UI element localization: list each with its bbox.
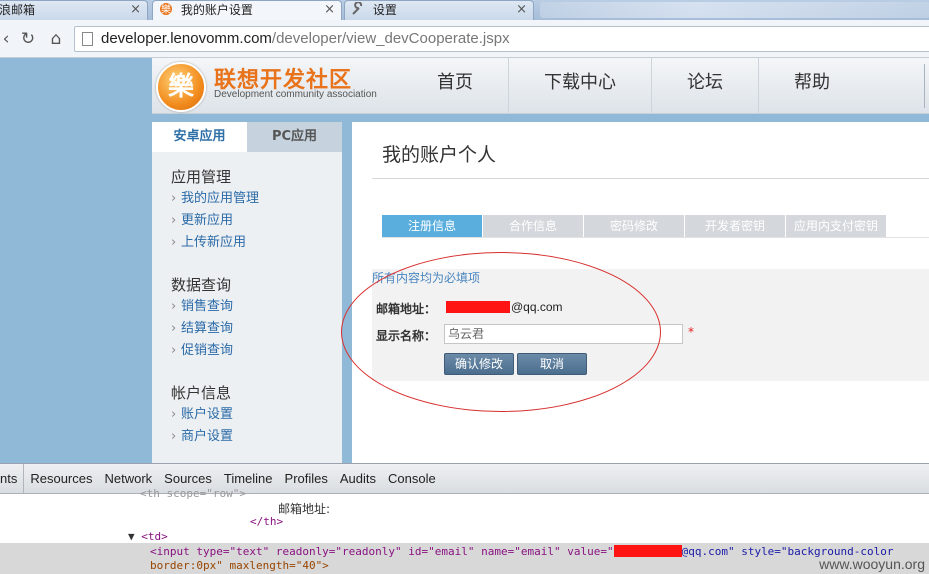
code-input-start: <input type="text" readonly="readonly" i… <box>150 545 614 558</box>
site-header: 樂 联想开发社区 Development community associati… <box>152 58 929 114</box>
sidebar-group-data-query: 数据查询 销售查询 结算查询 促销查询 <box>152 274 342 362</box>
account-form: 所有内容均为必填项 邮箱地址： @qq.com 显示名称： 乌云君 * 确认修改… <box>372 269 929 381</box>
code-line: </th> <box>250 515 284 528</box>
tab-label: 我的账户设置 <box>180 3 253 17</box>
tab-profiles[interactable]: Profiles <box>279 464 334 493</box>
lenovo-logo-icon[interactable]: 樂 <box>156 62 206 112</box>
browser-tab-bar: 浪邮箱 × 樂 我的账户设置 × 设置 × <box>0 0 929 20</box>
url-field[interactable]: developer.lenovomm.com/developer/view_de… <box>74 26 929 52</box>
code-line[interactable]: ▼ <td> <box>128 530 168 543</box>
divider <box>924 64 925 108</box>
svg-text:樂: 樂 <box>161 3 171 16</box>
required-mark: * <box>688 325 694 339</box>
divider <box>372 178 929 179</box>
tab-android-apps[interactable]: 安卓应用 <box>152 122 247 152</box>
lenovo-favicon-icon: 樂 <box>160 3 172 16</box>
devtools-panel: nts Resources Network Sources Timeline P… <box>0 463 929 574</box>
redaction-mark <box>446 301 510 313</box>
tab-resources[interactable]: Resources <box>24 464 98 493</box>
divider <box>382 237 929 238</box>
url-path: /developer/view_devCooperate.jspx <box>271 30 510 47</box>
display-name-field[interactable]: 乌云君 <box>444 324 683 344</box>
browser-tab-mail[interactable]: 浪邮箱 × <box>0 0 148 20</box>
code-td: <td> <box>141 530 168 543</box>
sidebar-group-title: 应用管理 <box>171 168 232 186</box>
expand-arrow-icon[interactable]: ▼ <box>128 530 135 543</box>
email-value: @qq.com <box>511 300 563 314</box>
tab-label: 浪邮箱 <box>0 3 36 17</box>
sidebar-group-title: 帐户信息 <box>171 384 232 402</box>
required-note: 所有内容均为必填项 <box>372 271 481 285</box>
sidebar-item-account-settings[interactable]: 账户设置 <box>171 404 342 426</box>
watermark: www.wooyun.org <box>819 556 925 572</box>
page-icon <box>82 32 93 46</box>
sidebar-item-merchant-settings[interactable]: 商户设置 <box>171 426 342 448</box>
code-line: <th scope="row"> <box>140 487 246 500</box>
sidebar-group-title: 数据查询 <box>171 276 232 294</box>
sidebar-item-settlement-query[interactable]: 结算查询 <box>171 318 342 340</box>
home-icon[interactable]: ⌂ <box>46 29 66 49</box>
address-toolbar: ‹ ↻ ⌂ developer.lenovomm.com/developer/v… <box>0 20 929 58</box>
close-icon[interactable]: × <box>516 1 527 19</box>
tab-developer-key[interactable]: 开发者密钥 <box>685 215 785 237</box>
confirm-button[interactable]: 确认修改 <box>444 353 514 375</box>
page-viewport: 樂 联想开发社区 Development community associati… <box>0 58 929 463</box>
sidebar-group-app-management: 应用管理 我的应用管理 更新应用 上传新应用 <box>152 166 342 254</box>
main-panel: 我的账户个人 注册信息 合作信息 密码修改 开发者密钥 应用内支付密钥 所有内容… <box>352 122 929 463</box>
tab-label: 设置 <box>372 3 397 17</box>
code-line: 邮箱地址: <box>278 502 331 516</box>
new-tab-area[interactable] <box>540 2 929 18</box>
sidebar-item-update-app[interactable]: 更新应用 <box>171 210 342 232</box>
code-input-end: border:0px" maxlength="40"> <box>150 559 329 572</box>
nav-home[interactable]: 首页 <box>402 58 508 114</box>
sidebar: 安卓应用 PC应用 应用管理 我的应用管理 更新应用 上传新应用 数据查询 销售… <box>152 122 342 463</box>
sidebar-tabs: 安卓应用 PC应用 <box>152 122 342 152</box>
sidebar-item-upload-app[interactable]: 上传新应用 <box>171 232 342 254</box>
redaction-mark <box>613 545 682 557</box>
tab-password-change[interactable]: 密码修改 <box>584 215 684 237</box>
form-tabs: 注册信息 合作信息 密码修改 开发者密钥 应用内支付密钥 <box>382 215 887 237</box>
reload-icon[interactable]: ↻ <box>18 29 38 49</box>
code-line: border:0px" maxlength="40"> <box>150 559 329 572</box>
email-label: 邮箱地址： <box>376 302 437 316</box>
tab-audits[interactable]: Audits <box>334 464 382 493</box>
sidebar-item-promotion-query[interactable]: 促销查询 <box>171 340 342 362</box>
close-icon[interactable]: × <box>130 1 141 19</box>
tab-elements[interactable]: nts <box>0 464 25 493</box>
top-nav: 首页 下载中心 论坛 帮助 <box>402 58 865 114</box>
back-icon[interactable]: ‹ <box>0 29 16 49</box>
display-name-label: 显示名称： <box>376 329 437 343</box>
sidebar-group-account-info: 帐户信息 账户设置 商户设置 <box>152 382 342 448</box>
nav-forum[interactable]: 论坛 <box>651 58 758 114</box>
code-line-input[interactable]: <input type="text" readonly="readonly" i… <box>150 545 894 558</box>
tab-registration-info[interactable]: 注册信息 <box>382 215 482 237</box>
cancel-button[interactable]: 取消 <box>517 353 587 375</box>
browser-tab-account-settings[interactable]: 樂 我的账户设置 × <box>152 0 342 20</box>
tab-pc-apps[interactable]: PC应用 <box>247 122 342 152</box>
url-host: developer.lenovomm.com <box>101 30 272 47</box>
sidebar-item-sales-query[interactable]: 销售查询 <box>171 296 342 318</box>
sidebar-item-my-apps[interactable]: 我的应用管理 <box>171 188 342 210</box>
wrench-icon <box>352 2 363 15</box>
tab-console[interactable]: Console <box>382 464 442 493</box>
browser-tab-settings[interactable]: 设置 × <box>344 0 534 20</box>
nav-downloads[interactable]: 下载中心 <box>508 58 651 114</box>
page-title: 我的账户个人 <box>382 144 497 166</box>
logo-subtitle: Development community association <box>214 89 377 100</box>
tab-cooperation-info[interactable]: 合作信息 <box>483 215 583 237</box>
nav-help[interactable]: 帮助 <box>758 58 865 114</box>
tab-in-app-payment-key[interactable]: 应用内支付密钥 <box>786 215 886 237</box>
close-icon[interactable]: × <box>324 1 335 19</box>
